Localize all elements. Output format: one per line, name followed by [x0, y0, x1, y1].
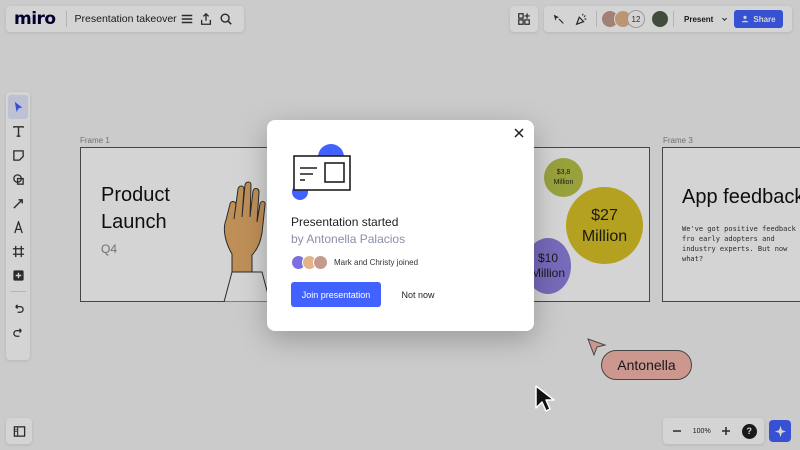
joined-row: Mark and Christy joined — [291, 253, 418, 271]
dialog-title: Presentation started — [291, 215, 399, 229]
not-now-button[interactable]: Not now — [393, 282, 443, 307]
join-presentation-button[interactable]: Join presentation — [291, 282, 381, 307]
close-icon[interactable] — [512, 126, 526, 140]
dialog-subtitle: by Antonella Palacios — [291, 232, 406, 246]
presentation-started-dialog: Presentation started by Antonella Palaci… — [267, 120, 534, 331]
avatar — [313, 254, 328, 270]
mouse-pointer-icon — [535, 385, 555, 412]
joined-text: Mark and Christy joined — [334, 257, 419, 267]
presentation-illustration — [292, 144, 351, 200]
